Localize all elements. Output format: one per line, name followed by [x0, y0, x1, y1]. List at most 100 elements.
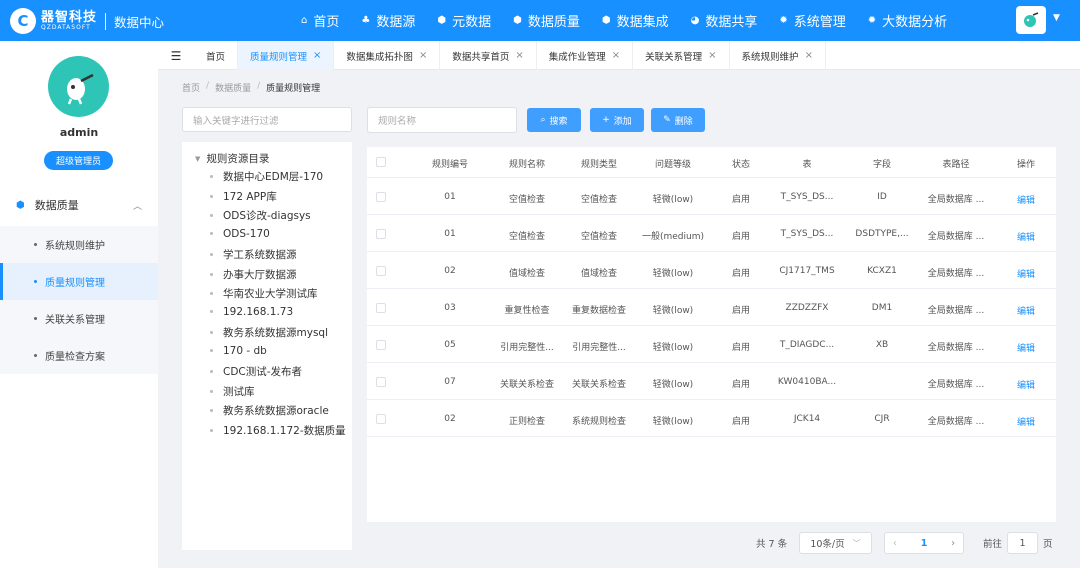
nav-item-3[interactable]: ⬢ 数据质量: [502, 0, 591, 41]
page-size-select[interactable]: 10条/页 ﹀: [799, 532, 872, 554]
tree-node[interactable]: 172 APP库: [210, 189, 277, 204]
tree-node[interactable]: CDC测试-发布者: [210, 364, 302, 379]
nav-item-label: 系统管理: [793, 15, 846, 30]
tree-node[interactable]: ODS-170: [210, 228, 270, 240]
gear-icon: ✹: [867, 15, 877, 26]
close-icon[interactable]: ×: [612, 50, 620, 61]
sidebar-menu-data-quality[interactable]: ⬢ 数据质量 ︿: [0, 190, 158, 220]
tab-3[interactable]: 数据共享首页 ×: [440, 41, 537, 70]
tree-node[interactable]: 教务系统数据源mysql: [210, 325, 328, 340]
tree-node[interactable]: 测试库: [210, 384, 255, 399]
row-checkbox[interactable]: [376, 192, 386, 202]
rule-name-search-input[interactable]: 规则名称: [367, 107, 517, 133]
tree-body: ▼ 规则资源目录 数据中心EDM层-170 172 APP库 ODS诊改-diags…: [182, 142, 352, 550]
close-icon[interactable]: ×: [708, 50, 716, 61]
caret-down-icon[interactable]: ▼: [1053, 13, 1060, 23]
tree-node[interactable]: 192.168.1.172-数据质量: [210, 423, 346, 438]
bullet-dot: [34, 354, 37, 357]
tree-filter-input[interactable]: 输入关键字进行过滤: [182, 107, 352, 132]
edit-link[interactable]: 编辑: [1017, 193, 1035, 206]
prev-page-button[interactable]: ‹: [893, 538, 897, 549]
sidebar-item-0[interactable]: 系统规则维护: [0, 226, 158, 263]
nav-item-label: 数据源: [376, 15, 416, 30]
close-icon[interactable]: ×: [313, 50, 321, 61]
tree-node[interactable]: 办事大厅数据源: [210, 267, 297, 282]
search-button[interactable]: ⌕ 搜索: [527, 108, 581, 132]
brand-divider: [105, 12, 107, 30]
tab-5[interactable]: 关联关系管理 ×: [633, 41, 730, 70]
nav-item-4[interactable]: ⬢ 数据集成: [591, 0, 680, 41]
add-button[interactable]: + 添加: [590, 108, 644, 132]
breadcrumb-separator: /: [257, 81, 261, 91]
breadcrumb-item[interactable]: 数据质量: [215, 81, 251, 94]
table-cell: KCXZ1: [867, 266, 897, 276]
row-checkbox[interactable]: [376, 229, 386, 239]
nav-item-7[interactable]: ✹ 大数据分析: [857, 0, 958, 41]
select-all-checkbox[interactable]: [376, 157, 386, 167]
edit-link[interactable]: 编辑: [1017, 415, 1035, 428]
nav-item-6[interactable]: ✹ 系统管理: [768, 0, 856, 41]
tab-1[interactable]: 质量规则管理 ×: [238, 41, 335, 70]
sidebar-toggle-icon[interactable]: ☰: [158, 41, 194, 70]
table-cell: DSDTYPE,...: [855, 229, 909, 239]
tab-0[interactable]: 首页: [194, 41, 239, 70]
tab-4[interactable]: 集成作业管理 ×: [537, 41, 634, 70]
sidebar-item-1[interactable]: 质量规则管理: [0, 263, 158, 300]
tab-label: 首页: [206, 51, 226, 63]
edit-link[interactable]: 编辑: [1017, 378, 1035, 391]
close-icon[interactable]: ×: [515, 50, 523, 61]
table-cell: 系统规则检查: [571, 417, 627, 427]
edit-link[interactable]: 编辑: [1017, 267, 1035, 280]
nav-item-0[interactable]: ⌂ 首页: [290, 0, 350, 41]
edit-icon: ✎: [663, 115, 671, 125]
goto-page-input[interactable]: 1: [1007, 532, 1038, 554]
nav-item-1[interactable]: ♣ 数据源: [350, 0, 426, 41]
nav-item-5[interactable]: ◕ 数据共享: [680, 0, 769, 41]
row-checkbox[interactable]: [376, 377, 386, 387]
next-page-button[interactable]: ›: [951, 538, 955, 549]
chevron-down-icon: ﹀: [852, 538, 861, 548]
table-cell: 05: [444, 340, 456, 350]
nav-item-2[interactable]: ⬢ 元数据: [426, 0, 502, 41]
tab-label: 集成作业管理: [548, 51, 606, 63]
table-cell: 轻微(low): [652, 195, 694, 205]
row-checkbox[interactable]: [376, 303, 386, 313]
tree-node[interactable]: 数据中心EDM层-170: [210, 169, 323, 184]
row-checkbox[interactable]: [376, 414, 386, 424]
tree-node[interactable]: 教务系统数据源oracle: [210, 403, 329, 418]
table-cell: 全局数据库 ...: [927, 343, 985, 353]
tab-2[interactable]: 数据集成拓扑图 ×: [334, 41, 441, 70]
tab-6[interactable]: 系统规则维护 ×: [730, 41, 826, 70]
user-avatar-button[interactable]: [1016, 6, 1046, 34]
edit-link[interactable]: 编辑: [1017, 304, 1035, 317]
brand-logo[interactable]: C 器智科技 QZDATASOFT 数据中心: [10, 8, 164, 34]
delete-button[interactable]: ✎ 删除: [651, 108, 705, 132]
table-cell: 03: [444, 303, 456, 313]
add-button-label: 添加: [613, 116, 632, 127]
tree-root[interactable]: ▼ 规则资源目录: [195, 151, 269, 166]
page-number-current[interactable]: 1: [921, 538, 928, 549]
close-icon[interactable]: ×: [419, 50, 427, 61]
tree-node[interactable]: 华南农业大学测试库: [210, 286, 318, 301]
tree-node[interactable]: 学工系统数据源: [210, 247, 297, 262]
bullet-dot: [34, 280, 37, 283]
sidebar-item-3[interactable]: 质量检查方案: [0, 337, 158, 374]
edit-link[interactable]: 编辑: [1017, 341, 1035, 354]
table-cell: 值域检查: [508, 269, 546, 279]
tree-node[interactable]: ODS诊改-diagsys: [210, 208, 311, 223]
row-checkbox[interactable]: [376, 266, 386, 276]
tab-label: 关联关系管理: [645, 51, 703, 63]
nav-item-label: 大数据分析: [882, 15, 948, 30]
tree-node[interactable]: 192.168.1.73: [210, 306, 293, 318]
close-icon[interactable]: ×: [805, 50, 813, 61]
pagination-total: 共 7 条: [756, 539, 788, 550]
table-cell: JCK14: [793, 414, 821, 424]
tab-label: 数据共享首页: [452, 51, 510, 63]
edit-link[interactable]: 编辑: [1017, 230, 1035, 243]
breadcrumb-item[interactable]: 首页: [182, 81, 200, 94]
sidebar-item-2[interactable]: 关联关系管理: [0, 300, 158, 337]
tree-node-label: 测试库: [223, 385, 255, 398]
bullet-dot: [210, 389, 213, 393]
tree-node[interactable]: 170 - db: [210, 345, 267, 357]
row-checkbox[interactable]: [376, 340, 386, 350]
